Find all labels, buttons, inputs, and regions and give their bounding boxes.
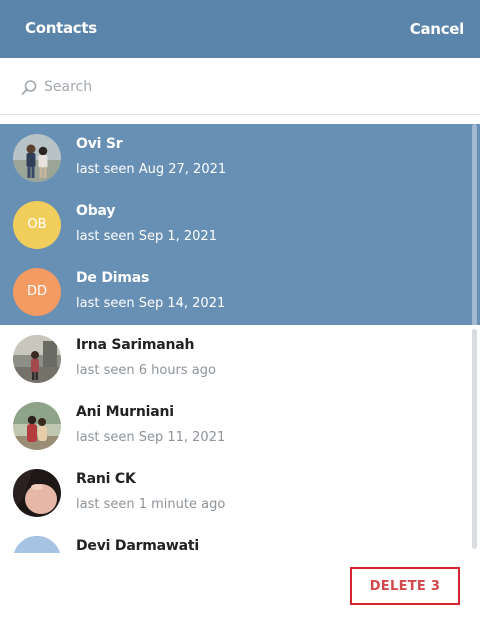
header-bar: Contacts Cancel (0, 0, 480, 58)
search-icon (21, 80, 37, 95)
contact-row-rani-ck[interactable]: Rani CK last seen 1 minute ago (0, 459, 480, 526)
contact-status: last seen Sep 11, 2021 (76, 430, 226, 445)
contact-status: last seen 1 minute ago (76, 497, 226, 512)
scrollbar-thumb[interactable] (472, 124, 477, 329)
contact-name: Irna Sarimanah (76, 337, 195, 353)
avatar (13, 402, 61, 450)
avatar-initials: DD (26, 284, 48, 299)
avatar: OB (13, 201, 61, 249)
avatar (13, 536, 61, 553)
footer-bar: DELETE 3 (0, 553, 480, 620)
contact-row-de-dimas[interactable]: DD De Dimas last seen Sep 14, 2021 (0, 258, 480, 325)
delete-button[interactable]: DELETE 3 (350, 567, 460, 605)
contact-name: Ani Murniani (76, 404, 174, 420)
contact-name: De Dimas (76, 270, 150, 286)
contact-name: Obay (76, 203, 116, 219)
page-title: Contacts (25, 19, 97, 37)
contact-name: Rani CK (76, 471, 136, 487)
search-bar (0, 58, 480, 115)
avatar: DD (13, 268, 61, 316)
avatar (13, 469, 61, 517)
search-input[interactable] (44, 75, 444, 99)
contact-row-ovi-sr[interactable]: Ovi Sr last seen Aug 27, 2021 (0, 124, 480, 191)
contact-status: last seen Aug 27, 2021 (76, 162, 227, 177)
contact-name: Devi Darmawati (76, 538, 199, 553)
cancel-button[interactable]: Cancel (410, 20, 465, 38)
contact-list: Ovi Sr last seen Aug 27, 2021 OB Obay la… (0, 124, 480, 553)
contact-row-irna-sarimanah[interactable]: Irna Sarimanah last seen 6 hours ago (0, 325, 480, 392)
contact-status: last seen Sep 14, 2021 (76, 296, 226, 311)
contact-status: last seen 6 hours ago (76, 363, 216, 378)
contact-name: Ovi Sr (76, 136, 123, 152)
contact-row-ani-murniani[interactable]: Ani Murniani last seen Sep 11, 2021 (0, 392, 480, 459)
contact-row-obay[interactable]: OB Obay last seen Sep 1, 2021 (0, 191, 480, 258)
contact-row-devi-darmawati[interactable]: Devi Darmawati (0, 526, 480, 553)
scrollbar-track[interactable] (472, 329, 477, 549)
avatar (13, 134, 61, 182)
avatar (13, 335, 61, 383)
contact-status: last seen Sep 1, 2021 (76, 229, 217, 244)
avatar-initials: OB (27, 217, 47, 232)
